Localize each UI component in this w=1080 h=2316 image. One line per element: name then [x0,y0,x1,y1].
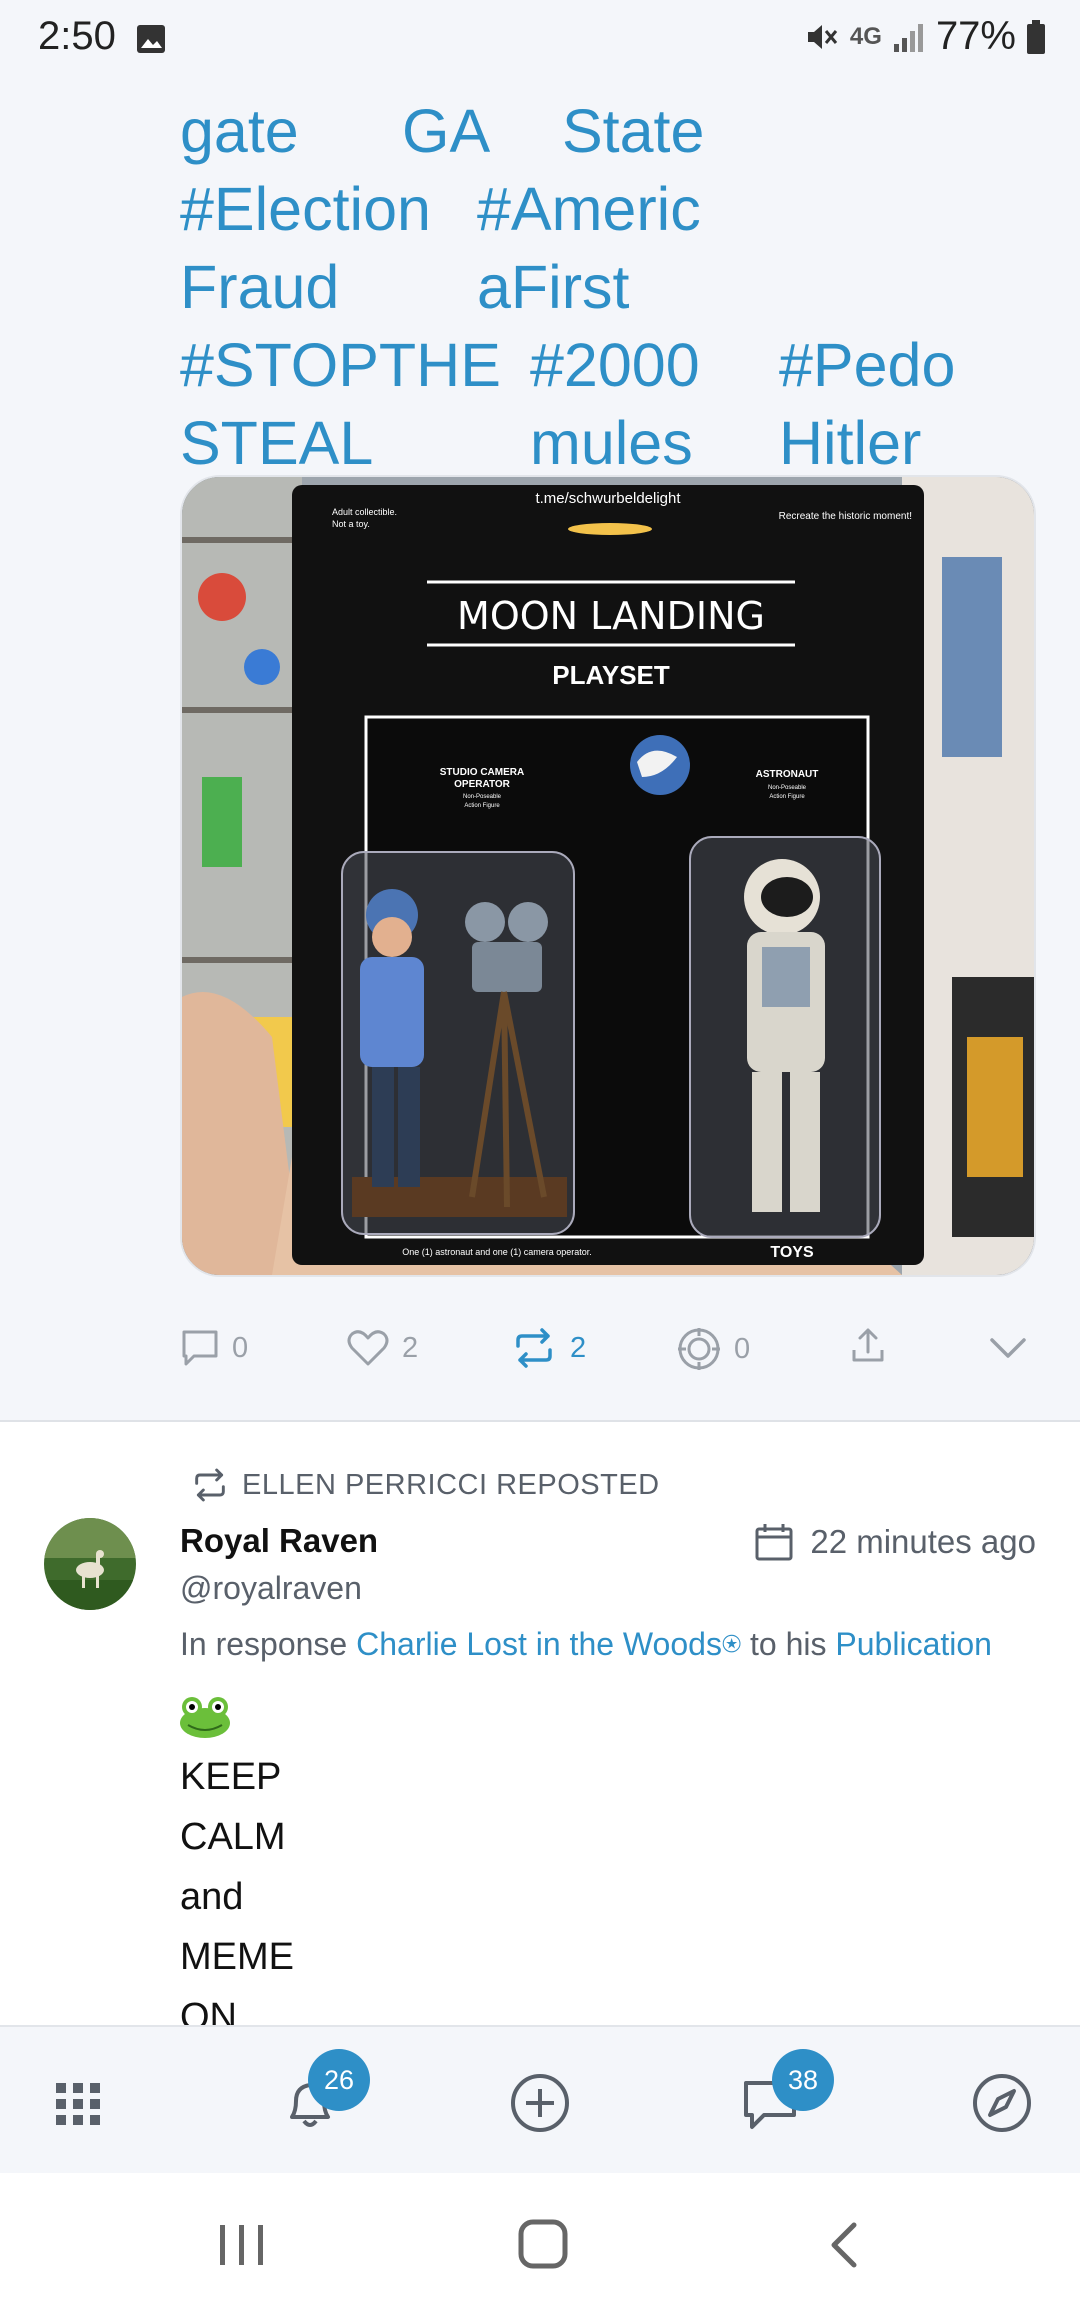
repost-icon [195,1468,225,1502]
battery-percent: 77% [935,14,1016,58]
recent-apps-button[interactable] [214,2221,270,2269]
playset-photo: t.me/schwurbeldelight Adult collectible.… [182,477,1034,1275]
author-handle[interactable]: @royalraven [180,1570,362,1607]
media-text: Adult collectible. [332,507,397,517]
reply-button[interactable]: 0 [180,1328,248,1368]
status-bar: 2:50 4G 77% [0,0,1080,80]
timestamp-text: 22 minutes ago [810,1523,1036,1560]
hashtag-link[interactable]: STEAL [180,404,373,482]
mute-icon [807,24,838,49]
notifications-badge: 26 [308,2049,370,2111]
target-icon [678,1328,720,1370]
publication-link[interactable]: Publication [835,1626,992,1662]
media-title: MOON LANDING [457,594,765,638]
media-text: Action Figure [464,803,500,809]
post-body-line: and [180,1876,244,1918]
post-body-line: KEEP [180,1756,282,1798]
media-brand: TOYS [770,1244,814,1261]
battery-icon [1027,19,1045,54]
media-text: Non-Poseable [463,794,502,800]
media-text: Not a toy. [332,519,370,529]
grid-icon [56,2083,100,2125]
reply-count: 0 [232,1331,249,1364]
post-body-line: CALM [180,1816,286,1858]
post-divider [0,1420,1080,1422]
messages-badge: 38 [772,2049,834,2111]
in-response-line: In response Charlie Lost in the Woods⍟ t… [180,1626,992,1664]
messages-button[interactable]: 38 [738,2049,834,2135]
post-text-word: State [562,97,705,165]
media-text: OPERATOR [454,779,511,790]
repost-count: 2 [570,1331,587,1364]
post-body-line: MEME [180,1936,294,1978]
media-text: STUDIO CAMERA [440,767,524,778]
hashtag-link[interactable]: #2000 [530,326,700,404]
apps-grid-button[interactable] [46,2071,110,2135]
hashtag-link[interactable]: aFirst [477,248,630,326]
repost-label: ELLEN PERRICCI REPOSTED [242,1468,660,1501]
bottom-nav-bar: 26 38 [0,2025,1080,2175]
hashtag-link[interactable]: Fraud [180,248,339,326]
quote-button[interactable]: 0 [676,1326,750,1372]
media-text: ASTRONAUT [756,769,819,780]
frog-emoji-icon [180,1697,230,1738]
response-mid: to his [741,1626,836,1662]
status-icons: 4G 77% [804,14,1046,59]
like-count: 2 [402,1331,419,1364]
like-button[interactable]: 2 [346,1328,418,1368]
hashtag-link[interactable]: mules [530,404,693,482]
media-text: Action Figure [769,794,805,800]
media-text: Recreate the historic moment! [779,511,912,522]
compose-button[interactable] [508,2071,572,2135]
hashtag-link[interactable]: #Pedo [779,326,955,404]
signal-icon [893,23,923,52]
hashtag-link[interactable]: #STOPTHE [180,326,501,404]
plus-circle-icon [511,2074,569,2132]
home-button[interactable] [516,2217,570,2271]
back-button[interactable] [822,2219,866,2271]
avatar[interactable] [44,1518,136,1610]
network-icon: 4G [849,22,882,50]
media-subtitle: PLAYSET [552,660,670,690]
post-media-image[interactable]: t.me/schwurbeldelight Adult collectible.… [180,475,1036,1277]
chevron-down-icon [990,1338,1026,1358]
notifications-button[interactable]: 26 [278,2049,370,2135]
calendar-icon [755,1524,793,1561]
media-source-text: t.me/schwurbeldelight [535,490,681,507]
hashtag-link[interactable]: Hitler [779,404,921,482]
repost-indicator: ELLEN PERRICCI REPOSTED [190,1468,660,1502]
reply-icon [182,1330,218,1366]
compass-icon [973,2074,1031,2132]
heart-icon [347,1330,389,1366]
avatar-image [44,1518,136,1610]
explore-button[interactable] [970,2071,1034,2135]
media-text: Non-Poseable [768,785,807,791]
gallery-icon [137,25,165,53]
system-navigation-bar [0,2173,1080,2316]
author-name[interactable]: Royal Raven [180,1522,378,1560]
post-text-word: GA [402,97,491,165]
status-time: 2:50 [38,14,116,58]
response-prefix: In response [180,1626,357,1662]
hashtag-link[interactable]: #Election [180,170,431,248]
repost-icon [516,1328,552,1368]
response-user-link[interactable]: Charlie Lost in the Woods⍟ [356,1626,741,1662]
repost-button[interactable]: 2 [510,1328,586,1368]
share-icon [852,1328,884,1362]
post-timestamp[interactable]: 22 minutes ago [754,1522,1036,1562]
more-button[interactable] [988,1330,1028,1366]
hashtag-link[interactable]: #Americ [477,170,701,248]
quote-count: 0 [734,1332,751,1365]
post-text-word: gate [180,97,299,165]
media-text: One (1) astronaut and one (1) camera ope… [402,1247,592,1257]
share-button[interactable] [848,1326,888,1366]
